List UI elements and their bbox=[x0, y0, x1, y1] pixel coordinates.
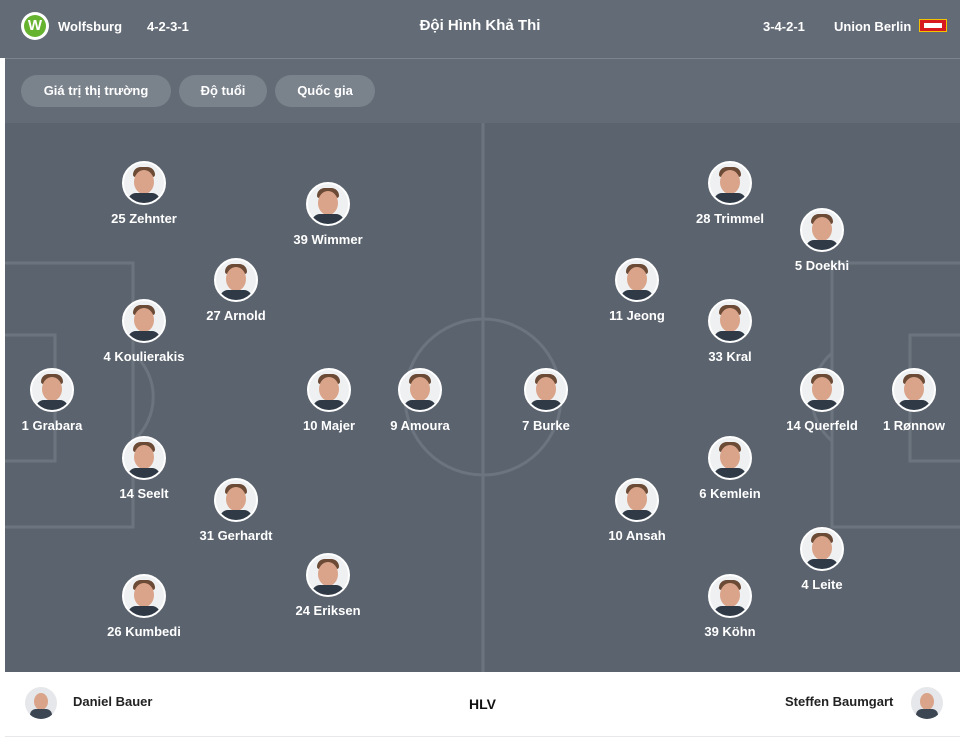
player-name: 26 Kumbedi bbox=[107, 624, 181, 639]
home-player[interactable]: 4 Koulierakis bbox=[84, 299, 204, 364]
player-avatar bbox=[800, 527, 844, 571]
pitch: 25 Zehnter 39 Wimmer 27 Arnold 4 Koulier… bbox=[5, 123, 960, 672]
player-avatar bbox=[615, 478, 659, 522]
player-name: 1 Rønnow bbox=[882, 418, 946, 433]
away-team-name[interactable]: Union Berlin bbox=[834, 19, 911, 34]
filter-age-button[interactable]: Độ tuổi bbox=[179, 75, 267, 107]
player-name: 25 Zehnter bbox=[111, 211, 177, 226]
player-avatar bbox=[214, 258, 258, 302]
player-name: 39 Wimmer bbox=[293, 232, 363, 247]
away-player[interactable]: 5 Doekhi bbox=[762, 208, 882, 273]
filter-toolbar: Giá trị thị trường Độ tuổi Quốc gia bbox=[5, 59, 960, 123]
filter-nationality-button[interactable]: Quốc gia bbox=[275, 75, 375, 107]
home-player[interactable]: 9 Amoura bbox=[360, 368, 480, 433]
away-player[interactable]: 33 Kral bbox=[670, 299, 790, 364]
player-avatar bbox=[800, 368, 844, 412]
player-avatar bbox=[615, 258, 659, 302]
match-header: W Wolfsburg 4-2-3-1 Đội Hình Khả Thi 3-4… bbox=[0, 0, 960, 58]
away-player[interactable]: 7 Burke bbox=[486, 368, 606, 433]
player-avatar bbox=[398, 368, 442, 412]
coaches-bar: Daniel Bauer HLV Steffen Baumgart bbox=[5, 672, 960, 736]
player-name: 33 Kral bbox=[708, 349, 752, 364]
player-name: 39 Köhn bbox=[704, 624, 756, 639]
player-avatar bbox=[122, 574, 166, 618]
player-name: 9 Amoura bbox=[390, 418, 450, 433]
player-avatar bbox=[800, 208, 844, 252]
player-name: 7 Burke bbox=[522, 418, 570, 433]
player-avatar bbox=[122, 299, 166, 343]
player-name: 31 Gerhardt bbox=[199, 528, 273, 543]
filter-market-value-button[interactable]: Giá trị thị trường bbox=[21, 75, 171, 107]
player-avatar bbox=[892, 368, 936, 412]
player-name: 24 Eriksen bbox=[295, 603, 361, 618]
player-avatar bbox=[306, 553, 350, 597]
player-avatar bbox=[214, 478, 258, 522]
away-formation: 3-4-2-1 bbox=[763, 19, 805, 34]
away-coach-avatar[interactable] bbox=[911, 687, 943, 719]
away-player[interactable]: 39 Köhn bbox=[670, 574, 790, 639]
union-berlin-logo-icon bbox=[919, 19, 947, 32]
player-avatar bbox=[122, 161, 166, 205]
home-player[interactable]: 25 Zehnter bbox=[84, 161, 204, 226]
player-avatar bbox=[708, 161, 752, 205]
player-avatar bbox=[306, 182, 350, 226]
player-name: 1 Grabara bbox=[21, 418, 83, 433]
player-avatar bbox=[708, 574, 752, 618]
home-player[interactable]: 39 Wimmer bbox=[268, 182, 388, 247]
player-name: 5 Doekhi bbox=[794, 258, 850, 273]
player-avatar bbox=[307, 368, 351, 412]
home-player[interactable]: 1 Grabara bbox=[5, 368, 112, 433]
home-player[interactable]: 26 Kumbedi bbox=[84, 574, 204, 639]
away-player[interactable]: 1 Rønnow bbox=[854, 368, 960, 433]
home-player[interactable]: 31 Gerhardt bbox=[176, 478, 296, 543]
player-avatar bbox=[708, 299, 752, 343]
player-avatar bbox=[524, 368, 568, 412]
player-avatar bbox=[708, 436, 752, 480]
player-name: 4 Koulierakis bbox=[103, 349, 185, 364]
away-coach-name[interactable]: Steffen Baumgart bbox=[785, 694, 893, 709]
lineup-title: Đội Hình Khả Thi bbox=[419, 17, 541, 34]
bottom-divider bbox=[5, 736, 960, 737]
away-player[interactable]: 10 Ansah bbox=[577, 478, 697, 543]
player-avatar bbox=[30, 368, 74, 412]
player-avatar bbox=[122, 436, 166, 480]
home-player[interactable]: 24 Eriksen bbox=[268, 553, 388, 618]
player-name: 10 Ansah bbox=[608, 528, 666, 543]
